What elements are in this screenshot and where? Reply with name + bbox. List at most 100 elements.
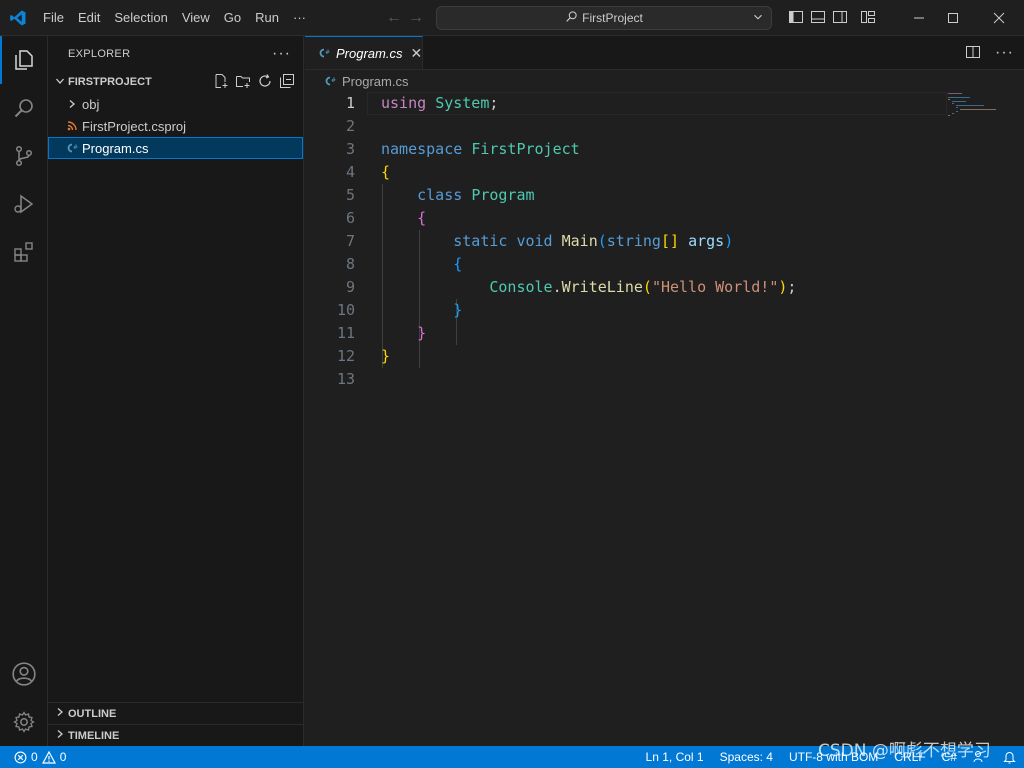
collapse-all-icon[interactable] (279, 73, 295, 92)
menu-more[interactable]: ··· (286, 0, 313, 36)
code-token: args (688, 232, 725, 250)
menu-selection[interactable]: Selection (107, 0, 174, 36)
line-number: 3 (345, 140, 355, 158)
new-file-icon[interactable] (213, 73, 229, 92)
menu-view[interactable]: View (175, 0, 217, 36)
code-token: { (417, 209, 427, 227)
code-text: } (381, 345, 390, 368)
minimap[interactable] (948, 92, 1008, 132)
explorer-title: EXPLORER (68, 47, 131, 60)
code-editor[interactable]: 1 using System; 2 3 namespace FirstProject 4{… (305, 92, 947, 746)
customize-layout-icon[interactable] (860, 9, 876, 28)
code-line[interactable]: 5 class Program (305, 184, 945, 207)
more-actions-icon[interactable]: ··· (995, 44, 1014, 62)
code-line[interactable]: 10 } (305, 299, 945, 322)
refresh-icon[interactable] (257, 73, 273, 92)
run-debug-icon[interactable] (0, 180, 48, 228)
line-number: 9 (345, 278, 355, 296)
source-control-icon[interactable] (0, 132, 48, 180)
code-token: System (435, 94, 490, 112)
folder-actions (213, 73, 303, 92)
code-token: FirstProject (471, 140, 580, 158)
back-arrow-icon[interactable]: ← (386, 9, 402, 27)
code-text: } (381, 299, 462, 322)
command-center[interactable]: FirstProject (436, 6, 772, 30)
close-window-icon[interactable] (976, 0, 1022, 36)
code-text: { (381, 207, 426, 230)
warning-icon (41, 750, 56, 764)
explorer-more-actions[interactable]: ··· (272, 45, 291, 63)
code-line[interactable]: 9 Console.WriteLine("Hello World!"); (305, 276, 945, 299)
code-line[interactable]: 3 namespace FirstProject (305, 138, 945, 161)
chevron-right-icon (52, 707, 68, 720)
outline-label: OUTLINE (68, 707, 117, 720)
status-bar-right: Ln 1, Col 1 Spaces: 4 UTF-8 with BOM CRL… (646, 746, 1016, 768)
code-token: } (381, 347, 391, 365)
toggle-sidebar-icon[interactable] (788, 9, 804, 28)
code-line[interactable]: 6 { (305, 207, 945, 230)
breadcrumb-item[interactable]: Program.cs (342, 74, 408, 89)
tree-item-program-cs[interactable]: # Program.cs (48, 137, 303, 159)
maximize-icon[interactable] (930, 0, 976, 36)
close-icon[interactable]: ✕ (410, 45, 422, 62)
extensions-icon[interactable] (0, 228, 48, 276)
menu-file[interactable]: File (36, 0, 71, 36)
code-line[interactable]: 1 using System; (305, 92, 945, 115)
code-text: Console.WriteLine("Hello World!"); (381, 276, 796, 299)
code-line[interactable]: 4{ (305, 161, 945, 184)
code-token: ) (724, 232, 734, 250)
problems-indicator[interactable]: 0 0 (0, 750, 66, 764)
code-line[interactable]: 7 static void Main(string[] args) (305, 230, 945, 253)
code-token: { (381, 163, 391, 181)
code-line[interactable]: 8 { (305, 253, 945, 276)
code-token: ( (642, 278, 652, 296)
feedback-icon[interactable] (973, 750, 987, 764)
toggle-panel-icon[interactable] (810, 9, 826, 28)
bottom-panels: OUTLINE TIMELINE (48, 702, 303, 746)
cursor-position[interactable]: Ln 1, Col 1 (646, 750, 704, 764)
tree-item-obj[interactable]: obj (48, 93, 303, 115)
folder-section-header[interactable]: FIRSTPROJECT (48, 71, 303, 93)
error-count: 0 (31, 750, 38, 764)
line-number: 12 (336, 347, 355, 365)
toggle-secondary-sidebar-icon[interactable] (832, 9, 848, 28)
chevron-down-icon[interactable] (751, 10, 765, 27)
code-line[interactable]: 13 (305, 368, 945, 391)
chevron-right-icon (52, 729, 68, 742)
outline-section-header[interactable]: OUTLINE (48, 702, 303, 724)
breadcrumb: # Program.cs (305, 70, 1024, 92)
code-line[interactable]: 12} (305, 345, 945, 368)
new-folder-icon[interactable] (235, 73, 251, 92)
split-editor-icon[interactable] (965, 44, 981, 63)
code-line[interactable]: 11 } (305, 322, 945, 345)
gear-icon[interactable] (0, 698, 48, 746)
code-token: } (417, 324, 427, 342)
explorer-icon[interactable] (0, 36, 48, 84)
menu-go[interactable]: Go (217, 0, 248, 36)
tree-item-csproj[interactable]: FirstProject.csproj (48, 115, 303, 137)
status-bar: 0 0 Ln 1, Col 1 Spaces: 4 UTF-8 with BOM… (0, 746, 1024, 768)
timeline-section-header[interactable]: TIMELINE (48, 724, 303, 746)
language-mode[interactable]: C# (942, 750, 957, 764)
code-token: "Hello World!" (651, 278, 779, 296)
encoding[interactable]: UTF-8 with BOM (789, 750, 878, 764)
code-text: { (381, 253, 462, 276)
menu-run[interactable]: Run (248, 0, 286, 36)
account-icon[interactable] (0, 650, 48, 698)
code-token: void (516, 232, 553, 250)
indentation[interactable]: Spaces: 4 (720, 750, 773, 764)
csharp-file-icon: # (64, 142, 80, 154)
forward-arrow-icon[interactable]: → (408, 9, 424, 27)
end-of-line[interactable]: CRLF (894, 750, 925, 764)
tab-program-cs[interactable]: # Program.cs ✕ (305, 36, 423, 69)
code-token: { (453, 255, 463, 273)
code-token: class (417, 186, 463, 204)
search-view-icon[interactable] (0, 84, 48, 132)
code-token: static (453, 232, 508, 250)
menu-edit[interactable]: Edit (71, 0, 107, 36)
minimize-icon[interactable] (908, 0, 930, 36)
bell-icon[interactable] (1003, 750, 1016, 764)
code-line[interactable]: 2 (305, 115, 945, 138)
